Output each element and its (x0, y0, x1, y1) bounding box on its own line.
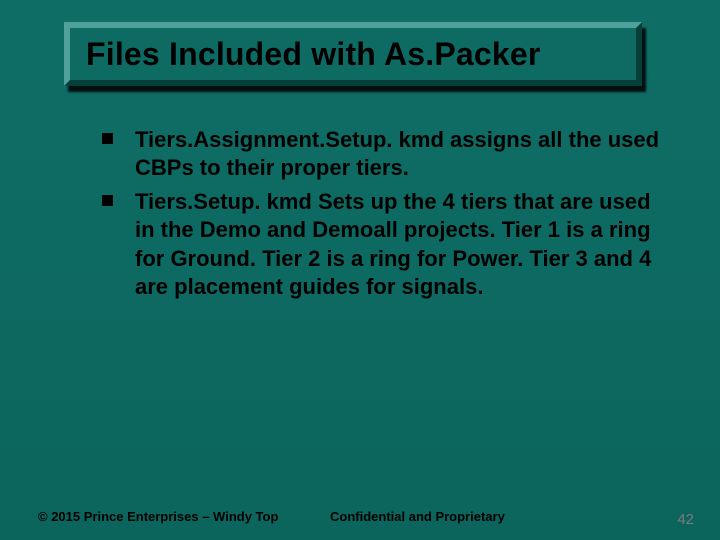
bullet-text: Tiers.Assignment.Setup. kmd assigns all … (135, 126, 662, 182)
list-item: Tiers.Setup. kmd Sets up the 4 tiers tha… (102, 188, 662, 301)
footer-confidential: Confidential and Proprietary (330, 509, 505, 524)
page-number: 42 (677, 511, 694, 528)
list-item: Tiers.Assignment.Setup. kmd assigns all … (102, 126, 662, 182)
square-bullet-icon (102, 195, 113, 206)
footer-copyright: © 2015 Prince Enterprises – Windy Top (38, 509, 278, 524)
bullet-list: Tiers.Assignment.Setup. kmd assigns all … (102, 126, 662, 307)
slide-title: Files Included with As.Packer (86, 36, 541, 73)
square-bullet-icon (102, 133, 113, 144)
bullet-text: Tiers.Setup. kmd Sets up the 4 tiers tha… (135, 188, 662, 301)
title-frame: Files Included with As.Packer (64, 22, 642, 86)
